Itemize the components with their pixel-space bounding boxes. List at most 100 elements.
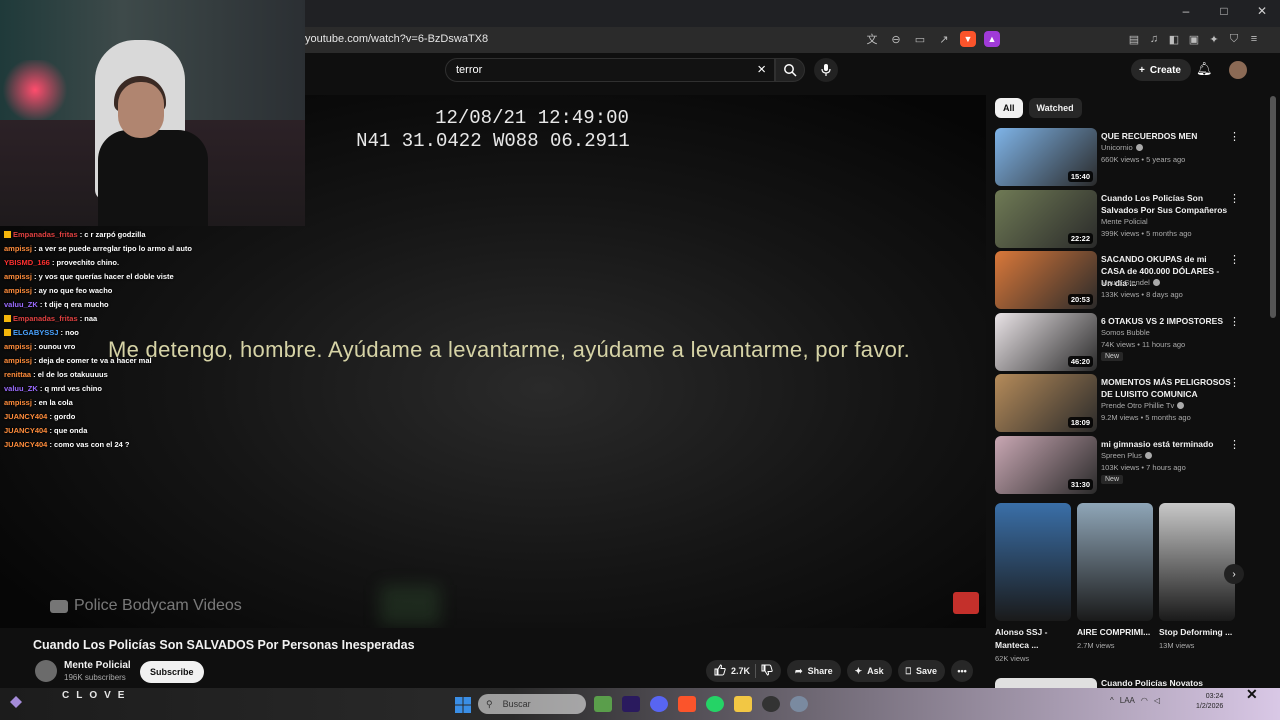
- share-button[interactable]: ➦ Share: [787, 660, 841, 682]
- short-title[interactable]: Stop Deforming ...: [1159, 626, 1235, 639]
- recommendation-thumbnail[interactable]: 20:53: [995, 251, 1097, 309]
- recommendation-item[interactable]: 15:40 QUE RECUERDOS MEN Unicornio 660K view…: [995, 128, 1245, 186]
- more-options-icon[interactable]: ⋮: [1229, 253, 1240, 266]
- recommendation-item[interactable]: 22:22 Cuando Los Policías Son Salvados Po…: [995, 190, 1245, 248]
- shorts-next-button[interactable]: ›: [1224, 564, 1244, 584]
- save-button[interactable]: ⎕ Save: [897, 660, 946, 682]
- short-thumbnail[interactable]: [1077, 503, 1153, 621]
- recommendation-thumbnail[interactable]: 18:09: [995, 374, 1097, 432]
- chat-username[interactable]: YBISMD_166: [4, 258, 50, 267]
- whatsapp-icon[interactable]: [706, 696, 724, 712]
- channel-subscribe-badge-icon[interactable]: [953, 592, 979, 614]
- more-options-icon[interactable]: ⋮: [1229, 130, 1240, 143]
- short-title[interactable]: AIRE COMPRIMI...: [1077, 626, 1153, 639]
- recommendation-channel[interactable]: Prende Otro Phillie Tv: [1101, 401, 1185, 410]
- maximize-button[interactable]: □: [1216, 4, 1232, 18]
- translate-icon[interactable]: 文: [864, 31, 880, 47]
- zoom-icon[interactable]: ⊖: [888, 31, 904, 47]
- close-window-button[interactable]: ✕: [1254, 4, 1270, 18]
- recommendation-title[interactable]: 6 OTAKUS VS 2 IMPOSTORES: [1101, 315, 1231, 327]
- chat-username[interactable]: ampissj: [4, 356, 32, 365]
- short-thumbnail[interactable]: [1159, 503, 1235, 621]
- notifications-bell-icon[interactable]: 🔔︎: [1196, 61, 1213, 77]
- settings-gear-icon[interactable]: [790, 696, 808, 712]
- brave-shields-icon[interactable]: ▼: [960, 31, 976, 47]
- short-item[interactable]: Alonso SSJ - Manteca ... 62K views: [995, 503, 1071, 663]
- chat-username[interactable]: ampissj: [4, 398, 32, 407]
- recommendation-item[interactable]: 31:30 mi gimnasio está terminado Spreen Pl…: [995, 436, 1245, 494]
- wallet-icon[interactable]: ▣: [1186, 31, 1202, 47]
- partial-recommendation-thumbnail[interactable]: [995, 678, 1097, 688]
- clear-search-icon[interactable]: ×: [757, 61, 766, 78]
- file-explorer-icon[interactable]: [734, 696, 752, 712]
- chat-username[interactable]: Empanadas_fritas: [13, 230, 78, 239]
- reader-mode-icon[interactable]: ▤: [1126, 31, 1142, 47]
- discord-icon[interactable]: [650, 696, 668, 712]
- dislike-button[interactable]: [761, 664, 773, 678]
- windows-start-icon[interactable]: [455, 697, 471, 713]
- chip-all[interactable]: All: [995, 98, 1023, 118]
- recommendation-thumbnail[interactable]: 31:30: [995, 436, 1097, 494]
- leo-ai-icon[interactable]: ✦: [1206, 31, 1222, 47]
- short-item[interactable]: Stop Deforming ... 13M views: [1159, 503, 1235, 663]
- recommendation-channel[interactable]: Mauro Stendel: [1101, 278, 1160, 287]
- obs-icon[interactable]: [762, 696, 780, 712]
- music-icon[interactable]: ♫: [1146, 31, 1162, 47]
- recommendation-item[interactable]: 18:09 MOMENTOS MÁS PELIGROSOS DE LUISITO …: [995, 374, 1245, 432]
- chip-watched[interactable]: Watched: [1028, 98, 1082, 118]
- recommendation-channel[interactable]: Mente Policial: [1101, 217, 1148, 226]
- chat-username[interactable]: Empanadas_fritas: [13, 314, 78, 323]
- recommendation-item[interactable]: 46:20 6 OTAKUS VS 2 IMPOSTORES Somos Bubbl…: [995, 313, 1245, 371]
- subscribe-button[interactable]: Subscribe: [140, 661, 204, 683]
- taskbar-clock[interactable]: 03:24 1/2/2026: [1196, 692, 1223, 712]
- url-field[interactable]: youtube.com/watch?v=6-BzDswaTX8: [305, 33, 488, 45]
- share-icon[interactable]: ↗: [936, 31, 952, 47]
- search-button[interactable]: [775, 58, 805, 82]
- more-actions-button[interactable]: •••: [951, 660, 974, 682]
- recommendation-channel[interactable]: Spreen Plus: [1101, 451, 1152, 460]
- vpn-shield-icon[interactable]: ⛉: [1226, 31, 1242, 47]
- recommendation-item[interactable]: 20:53 SACANDO OKUPAS de mi CASA de 400.00…: [995, 251, 1245, 309]
- search-input[interactable]: terror ×: [445, 58, 775, 82]
- chat-username[interactable]: ampissj: [4, 272, 32, 281]
- sidebar-toggle-icon[interactable]: ◧: [1166, 31, 1182, 47]
- taskbar-search[interactable]: ⚲ Buscar: [478, 694, 586, 714]
- short-item[interactable]: AIRE COMPRIMI... 2.7M views: [1077, 503, 1153, 663]
- more-options-icon[interactable]: ⋮: [1229, 192, 1240, 205]
- menu-icon[interactable]: ≡: [1246, 31, 1262, 47]
- recommendation-thumbnail[interactable]: 15:40: [995, 128, 1097, 186]
- cast-icon[interactable]: ▭: [912, 31, 928, 47]
- short-title[interactable]: Alonso SSJ - Manteca ...: [995, 626, 1071, 652]
- wifi-icon[interactable]: ◠: [1141, 696, 1148, 705]
- recommendation-title[interactable]: mi gimnasio está terminado: [1101, 438, 1231, 450]
- chat-username[interactable]: ampissj: [4, 244, 32, 253]
- more-options-icon[interactable]: ⋮: [1229, 315, 1240, 328]
- recommendation-title[interactable]: QUE RECUERDOS MEN: [1101, 130, 1231, 142]
- chat-username[interactable]: JUANCY404: [4, 426, 47, 435]
- voice-search-button[interactable]: [814, 58, 838, 82]
- volume-icon[interactable]: ◁: [1154, 696, 1160, 705]
- partial-recommendation-title[interactable]: Cuando Policías Novatos: [1101, 678, 1203, 688]
- sidebar-scrollbar[interactable]: [1270, 96, 1276, 318]
- chat-username[interactable]: valuu_ZK: [4, 300, 38, 309]
- short-thumbnail[interactable]: [995, 503, 1071, 621]
- chat-username[interactable]: valuu_ZK: [4, 384, 38, 393]
- ask-button[interactable]: ✦ Ask: [846, 660, 892, 682]
- recommendation-channel[interactable]: Somos Bubble: [1101, 328, 1150, 337]
- overlay-close-icon[interactable]: ✕: [1246, 686, 1258, 703]
- chat-username[interactable]: ELGABYSSJ: [13, 328, 58, 337]
- premiere-pro-icon[interactable]: [622, 696, 640, 712]
- brave-rewards-icon[interactable]: ▲: [984, 31, 1000, 47]
- channel-avatar[interactable]: [35, 660, 57, 682]
- recommendation-thumbnail[interactable]: 22:22: [995, 190, 1097, 248]
- taskbar-widgets-icon[interactable]: [594, 696, 612, 712]
- brave-browser-icon[interactable]: [678, 696, 696, 712]
- recommendation-thumbnail[interactable]: 46:20: [995, 313, 1097, 371]
- chat-username[interactable]: JUANCY404: [4, 440, 47, 449]
- recommendation-title[interactable]: Cuando Los Policías Son Salvados Por Sus…: [1101, 192, 1231, 216]
- like-button[interactable]: [714, 664, 726, 678]
- recommendation-channel[interactable]: Unicornio: [1101, 143, 1143, 152]
- chat-username[interactable]: ampissj: [4, 342, 32, 351]
- chat-username[interactable]: ampissj: [4, 286, 32, 295]
- chat-username[interactable]: JUANCY404: [4, 412, 47, 421]
